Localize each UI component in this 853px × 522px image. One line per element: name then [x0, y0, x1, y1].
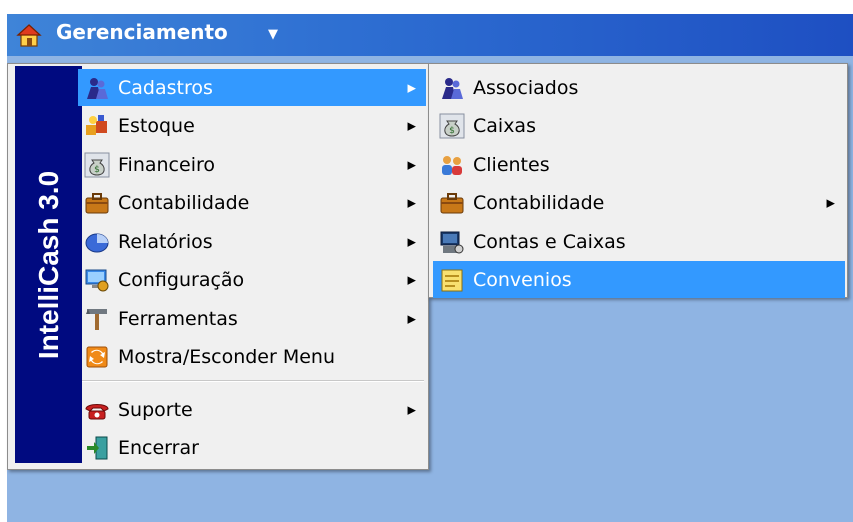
menu-item-label: Mostra/Esconder Menu — [118, 345, 336, 368]
submenu-item-label: Associados — [473, 76, 579, 99]
menu-separator — [82, 380, 424, 382]
submenu-arrow-icon: ▶ — [407, 81, 416, 94]
submenu-arrow-icon: ▶ — [407, 119, 416, 132]
people-icon — [442, 77, 463, 99]
exit-door-icon — [87, 436, 108, 459]
menu-item-estoque[interactable]: Estoque ▶ — [78, 107, 426, 144]
menu-item-label: Suporte — [118, 398, 193, 421]
clients-icon — [442, 155, 462, 175]
menu-sidebar-banner: IntelliCash 3.0 — [15, 66, 82, 463]
toggle-menu-icon — [86, 346, 108, 367]
briefcase-icon — [85, 192, 109, 213]
sidebar-label: IntelliCash 3.0 — [32, 170, 64, 359]
submenu-item-contabilidade[interactable]: Contabilidade ▶ — [433, 184, 845, 221]
settings-computer-icon — [85, 269, 109, 291]
submenu-arrow-icon: ▶ — [407, 403, 416, 416]
submenu-item-caixas[interactable]: $ Caixas — [433, 107, 845, 144]
menu-item-label: Cadastros — [118, 76, 213, 99]
submenu-item-label: Contabilidade — [473, 191, 605, 214]
notepad-icon — [441, 269, 463, 291]
menu-item-contabilidade[interactable]: Contabilidade ▶ — [78, 184, 426, 221]
boxes-icon — [86, 114, 107, 135]
menu-item-relatorios[interactable]: Relatórios ▶ — [78, 223, 426, 260]
submenu-arrow-icon: ▶ — [407, 235, 416, 248]
menu-item-financeiro[interactable]: $ Financeiro ▶ — [78, 146, 426, 183]
menu-item-mostra-esconder[interactable]: Mostra/Esconder Menu — [78, 338, 426, 375]
submenu-arrow-icon: ▶ — [407, 158, 416, 171]
menu-item-label: Contabilidade — [118, 191, 250, 214]
svg-text:$: $ — [94, 165, 100, 175]
money-bag-icon: $ — [84, 152, 110, 177]
menu-item-cadastros[interactable]: Cadastros ▶ — [78, 69, 426, 106]
menu-title[interactable]: Gerenciamento — [56, 20, 228, 44]
submenu-item-convenios[interactable]: Convenios — [433, 261, 845, 298]
cadastros-submenu: Associados $ Caixas Clientes Contabilida… — [428, 63, 848, 298]
menu-item-encerrar[interactable]: Encerrar — [78, 429, 426, 466]
main-menu: IntelliCash 3.0 Cadastros ▶ Estoque ▶ $ … — [7, 63, 429, 470]
submenu-arrow-icon: ▶ — [407, 273, 416, 286]
submenu-item-label: Contas e Caixas — [473, 230, 626, 253]
telephone-icon — [85, 403, 109, 419]
pie-chart-icon — [85, 233, 109, 252]
menu-item-label: Relatórios — [118, 230, 213, 253]
submenu-arrow-icon: ▶ — [407, 312, 416, 325]
submenu-arrow-icon: ▶ — [407, 196, 416, 209]
people-icon — [87, 77, 108, 99]
submenu-item-label: Caixas — [473, 114, 536, 137]
tools-icon — [86, 308, 107, 330]
menu-item-label: Ferramentas — [118, 307, 238, 330]
menu-item-suporte[interactable]: Suporte ▶ — [78, 391, 426, 428]
submenu-arrow-icon: ▶ — [826, 196, 835, 209]
menu-item-ferramentas[interactable]: Ferramentas ▶ — [78, 300, 426, 337]
menu-item-label: Financeiro — [118, 153, 215, 176]
menu-item-label: Configuração — [118, 268, 245, 291]
money-bag-icon: $ — [439, 113, 465, 138]
home-icon — [16, 24, 42, 47]
submenu-item-label: Convenios — [473, 268, 572, 291]
submenu-item-clientes[interactable]: Clientes — [433, 146, 845, 183]
svg-text:$: $ — [449, 126, 455, 136]
cash-register-icon — [440, 231, 464, 253]
submenu-item-contas-e-caixas[interactable]: Contas e Caixas — [433, 223, 845, 260]
menu-item-configuracao[interactable]: Configuração ▶ — [78, 261, 426, 298]
submenu-item-associados[interactable]: Associados — [433, 69, 845, 106]
menu-item-label: Estoque — [118, 114, 195, 137]
chevron-down-icon[interactable]: ▼ — [268, 27, 278, 42]
briefcase-icon — [440, 192, 464, 213]
submenu-item-label: Clientes — [473, 153, 550, 176]
menu-item-label: Encerrar — [118, 436, 199, 459]
